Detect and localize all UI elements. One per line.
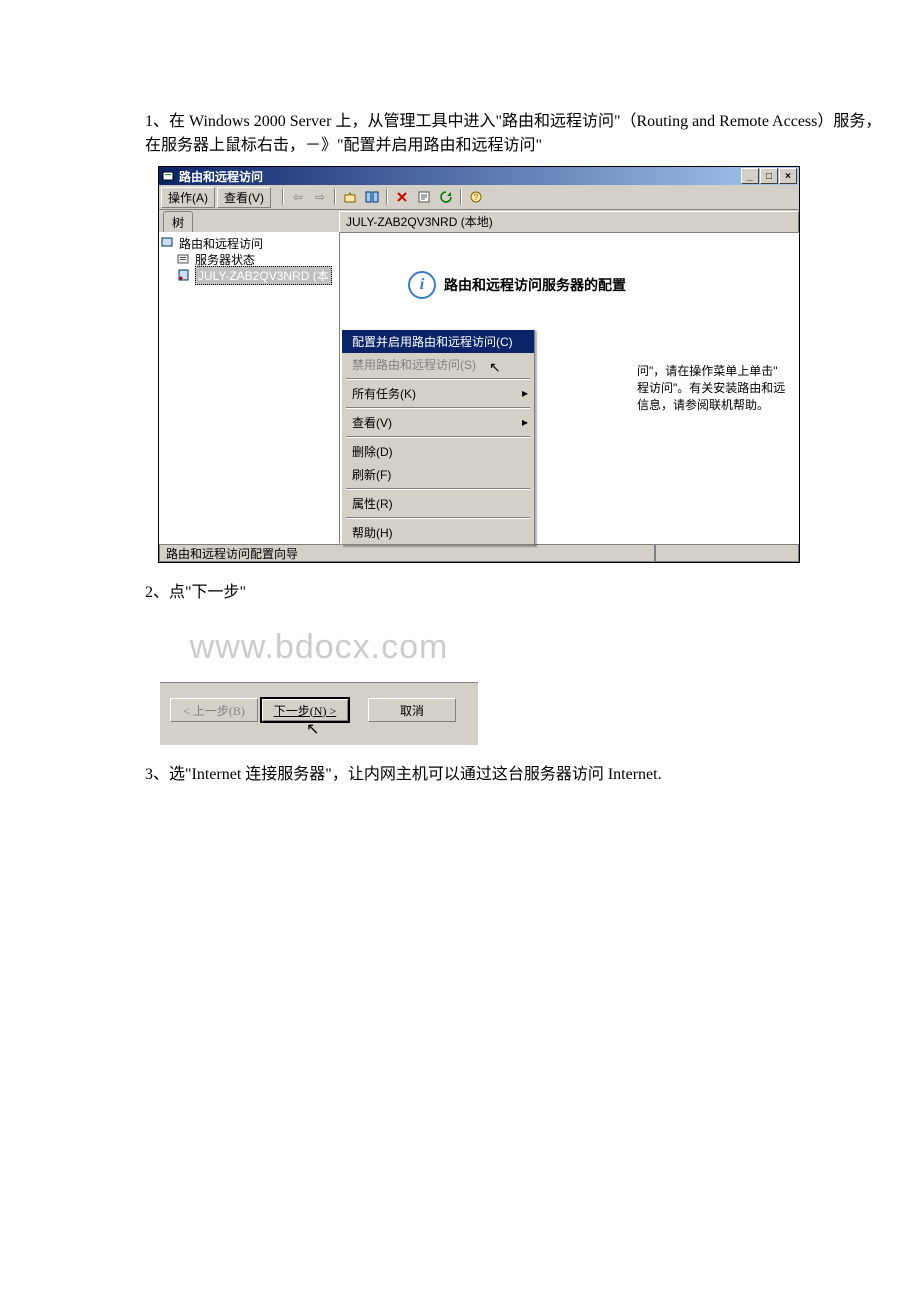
cancel-button[interactable]: 取消 bbox=[368, 698, 456, 722]
step-1-text: 1、在 Windows 2000 Server 上，从管理工具中进入"路由和远程… bbox=[25, 110, 895, 158]
menu-action[interactable]: 操作(A) bbox=[161, 187, 215, 208]
minimize-button[interactable]: _ bbox=[741, 168, 759, 184]
server-icon bbox=[177, 269, 191, 281]
ctx-configure[interactable]: 配置并启用路由和远程访问(C) bbox=[342, 330, 534, 353]
ctx-help[interactable]: 帮助(H) bbox=[342, 521, 534, 544]
properties-icon[interactable] bbox=[414, 187, 434, 207]
submenu-arrow-icon: ▸ bbox=[522, 386, 528, 400]
submenu-arrow-icon: ▸ bbox=[522, 415, 528, 429]
refresh-icon[interactable] bbox=[436, 187, 456, 207]
delete-icon[interactable] bbox=[392, 187, 412, 207]
mmc-window: 路由和远程访问 _ □ × 操作(A) 查看(V) ⇦ ⇨ ? 树 bbox=[158, 166, 800, 563]
app-icon bbox=[161, 169, 175, 183]
wizard-buttons: < 上一步(B) 下一步(N) > 取消 ↖ bbox=[160, 682, 478, 745]
computer-icon bbox=[161, 237, 175, 249]
forward-icon[interactable]: ⇨ bbox=[310, 187, 330, 207]
status-icon bbox=[177, 253, 191, 265]
info-icon: i bbox=[408, 271, 436, 299]
ctx-all-tasks[interactable]: 所有任务(K)▸ bbox=[342, 382, 534, 405]
step-2-text: 2、点"下一步" bbox=[25, 578, 895, 602]
mmc-body: 路由和远程访问 服务器状态 JULY-ZAB2QV3NRD (本 JULY-ZA… bbox=[159, 233, 799, 543]
next-button[interactable]: 下一步(N) > bbox=[260, 697, 350, 723]
wizard-strip: www.bdocx.com < 上一步(B) 下一步(N) > 取消 ↖ bbox=[160, 612, 478, 745]
up-icon[interactable] bbox=[340, 187, 360, 207]
close-button[interactable]: × bbox=[779, 168, 797, 184]
titlebar[interactable]: 路由和远程访问 _ □ × bbox=[159, 167, 799, 185]
ctx-disable: 禁用路由和远程访问(S) bbox=[342, 353, 534, 376]
back-button: < 上一步(B) bbox=[170, 698, 258, 722]
step-3-text: 3、选"Internet 连接服务器"，让内网主机可以通过这台服务器访问 Int… bbox=[25, 760, 895, 784]
ctx-refresh[interactable]: 刷新(F) bbox=[342, 463, 534, 486]
window-title: 路由和远程访问 bbox=[175, 168, 740, 185]
ctx-view[interactable]: 查看(V)▸ bbox=[342, 411, 534, 434]
hint-text: 问"，请在操作菜单上单击" 程访问"。有关安装路由和远 信息，请参阅联机帮助。 bbox=[637, 363, 791, 413]
ctx-properties[interactable]: 属性(R) bbox=[342, 492, 534, 515]
pane-header: JULY-ZAB2QV3NRD (本地) bbox=[339, 211, 799, 233]
show-hide-icon[interactable] bbox=[362, 187, 382, 207]
status-bar: 路由和远程访问配置向导 bbox=[159, 543, 799, 562]
menu-view[interactable]: 查看(V) bbox=[217, 187, 271, 208]
menubar: 操作(A) 查看(V) ⇦ ⇨ ? bbox=[159, 185, 799, 210]
tree-root[interactable]: 路由和远程访问 bbox=[159, 235, 339, 251]
svg-text:?: ? bbox=[474, 193, 479, 202]
status-spacer bbox=[655, 544, 799, 562]
ctx-delete[interactable]: 删除(D) bbox=[342, 440, 534, 463]
maximize-button[interactable]: □ bbox=[760, 168, 778, 184]
cursor-icon: ↖ bbox=[306, 719, 319, 739]
info-title: 路由和远程访问服务器的配置 bbox=[444, 275, 626, 295]
help-icon[interactable]: ? bbox=[466, 187, 486, 207]
status-text: 路由和远程访问配置向导 bbox=[159, 544, 655, 562]
tab-tree[interactable]: 树 bbox=[163, 211, 193, 232]
tree-pane[interactable]: 路由和远程访问 服务器状态 JULY-ZAB2QV3NRD (本 bbox=[159, 233, 340, 543]
watermark-text: www.bdocx.com bbox=[160, 612, 478, 682]
context-menu: 配置并启用路由和远程访问(C) 禁用路由和远程访问(S) 所有任务(K)▸ 查看… bbox=[341, 329, 535, 545]
tree-server[interactable]: JULY-ZAB2QV3NRD (本 bbox=[159, 267, 339, 283]
back-icon[interactable]: ⇦ bbox=[288, 187, 308, 207]
